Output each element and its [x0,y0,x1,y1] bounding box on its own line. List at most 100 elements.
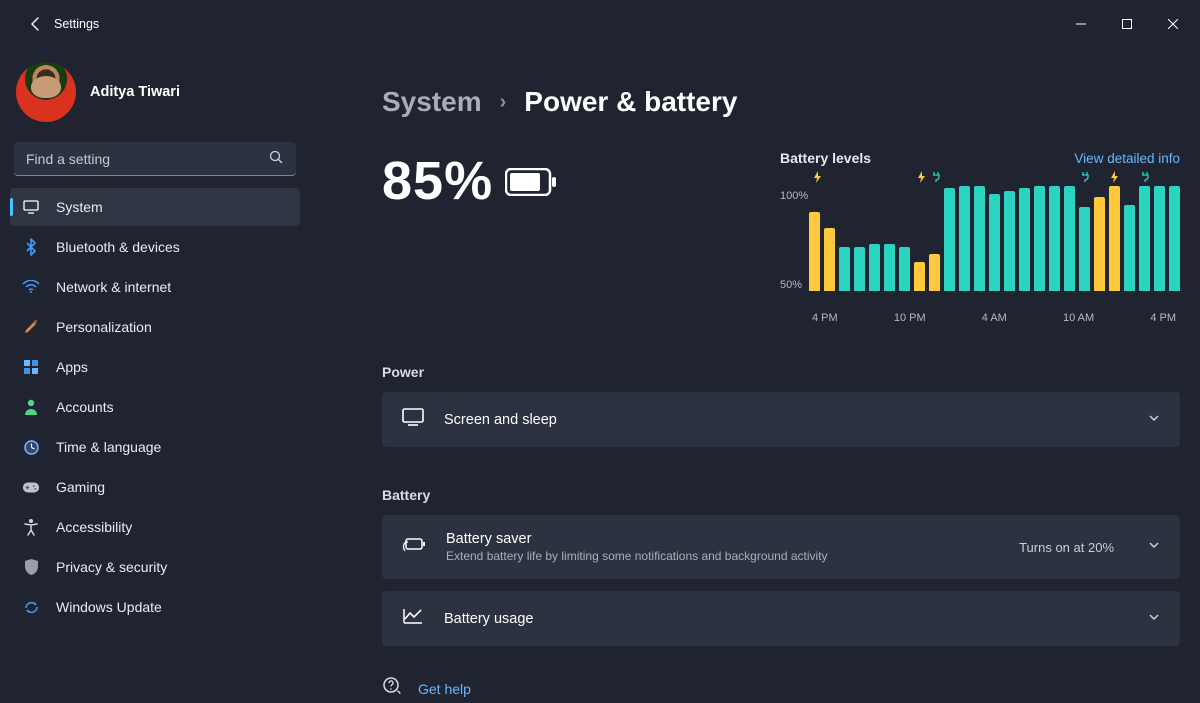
clock-icon [22,438,40,456]
chart-bar [824,228,835,291]
sidebar-item-label: Privacy & security [56,559,167,575]
search-box[interactable] [14,142,296,176]
battery-saver-row[interactable]: Battery saver Extend battery life by lim… [382,515,1180,579]
chart-bar [854,247,865,291]
sidebar-item-windows-update[interactable]: Windows Update [10,588,300,626]
sidebar-item-label: Bluetooth & devices [56,239,180,255]
chart-bar [974,186,985,291]
lightning-icon [916,171,927,186]
sidebar-item-privacy-security[interactable]: Privacy & security [10,548,300,586]
sidebar-item-network-internet[interactable]: Network & internet [10,268,300,306]
sidebar-item-accounts[interactable]: Accounts [10,388,300,426]
lightning-icon [812,171,823,186]
sidebar-item-label: Time & language [56,439,161,455]
chart-bars [809,186,1180,291]
breadcrumb-parent[interactable]: System [382,86,482,118]
sidebar-item-gaming[interactable]: Gaming [10,468,300,506]
row-value: Turns on at 20% [1019,540,1114,555]
sidebar-item-label: Accessibility [56,519,132,535]
apps-icon [22,358,40,376]
chevron-right-icon: › [500,91,507,114]
chart-bar [1124,205,1135,291]
shield-icon [22,558,40,576]
chart-title: Battery levels [780,150,871,166]
chart-bar [1109,186,1120,291]
sidebar-item-label: System [56,199,103,215]
chart-line-icon [402,607,424,630]
screen-icon [402,408,424,431]
chart-bar [959,186,970,291]
section-header-battery: Battery [382,487,1180,503]
chevron-down-icon [1148,538,1160,556]
chart-bar [839,247,850,291]
monitor-icon [22,198,40,216]
battery-saver-icon [402,537,426,558]
sidebar-item-accessibility[interactable]: Accessibility [10,508,300,546]
chart-bar [989,194,1000,291]
xtick: 4 AM [982,312,1007,324]
row-subtitle: Extend battery life by limiting some not… [446,549,828,563]
row-title: Battery usage [444,611,533,627]
window-controls [1058,4,1196,44]
battery-icon [505,168,557,201]
accessibility-icon [22,518,40,536]
ytick: 50% [780,279,809,291]
chart-bar [1019,188,1030,291]
sidebar-item-time-language[interactable]: Time & language [10,428,300,466]
chart-bar [1049,186,1060,291]
chart-x-axis: 4 PM10 PM4 AM10 AM4 PM [812,312,1180,324]
xtick: 10 PM [894,312,926,324]
chart-bar [869,244,880,291]
sidebar-item-label: Windows Update [56,599,162,615]
app-title: Settings [54,17,99,31]
xtick: 4 PM [812,312,838,324]
plug-icon [931,171,942,186]
user-name: Aditya Tiwari [90,84,180,100]
chart-y-axis: 100% 50% [780,186,809,291]
chart-bar [1139,186,1150,291]
search-input[interactable] [14,142,296,176]
chart-bar [944,188,955,291]
sidebar-item-label: Personalization [56,319,152,335]
section-header-power: Power [382,364,1180,380]
row-title: Screen and sleep [444,412,557,428]
row-title: Battery saver [446,531,828,547]
screen-and-sleep-row[interactable]: Screen and sleep [382,392,1180,447]
main-content: System › Power & battery 85% Battery lev… [310,48,1200,703]
sidebar-item-label: Gaming [56,479,105,495]
maximize-button[interactable] [1104,4,1150,44]
chevron-down-icon [1148,610,1160,628]
chart-bar [1079,207,1090,291]
battery-chart[interactable]: Battery levels View detailed info 100% 5… [780,150,1180,324]
sidebar-item-label: Network & internet [56,279,171,295]
sidebar-item-label: Apps [56,359,88,375]
sidebar-item-system[interactable]: System [10,188,300,226]
sidebar-item-apps[interactable]: Apps [10,348,300,386]
get-help-link[interactable]: Get help [418,681,471,697]
chevron-down-icon [1148,411,1160,429]
nav-list: System Bluetooth & devices Network & inter… [8,188,302,626]
chart-bar [809,212,820,291]
plug-icon [1139,171,1150,186]
chart-bar [1094,197,1105,292]
back-button[interactable] [20,17,52,31]
sidebar-item-personalization[interactable]: Personalization [10,308,300,346]
xtick: 4 PM [1150,312,1176,324]
update-icon [22,598,40,616]
sidebar: Aditya Tiwari System Bluetooth & devices N… [0,48,310,703]
lightning-icon [1110,171,1121,186]
chart-bar [914,262,925,291]
view-detailed-link[interactable]: View detailed info [1074,151,1180,166]
wifi-icon [22,278,40,296]
battery-percentage: 85% [382,150,493,212]
chart-markers [812,172,1180,186]
chart-bar [1154,186,1165,291]
battery-usage-row[interactable]: Battery usage [382,591,1180,646]
ytick: 100% [780,190,809,202]
sidebar-item-bluetooth-devices[interactable]: Bluetooth & devices [10,228,300,266]
person-icon [22,398,40,416]
chart-bar [899,247,910,291]
close-button[interactable] [1150,4,1196,44]
minimize-button[interactable] [1058,4,1104,44]
profile-block[interactable]: Aditya Tiwari [8,52,302,138]
